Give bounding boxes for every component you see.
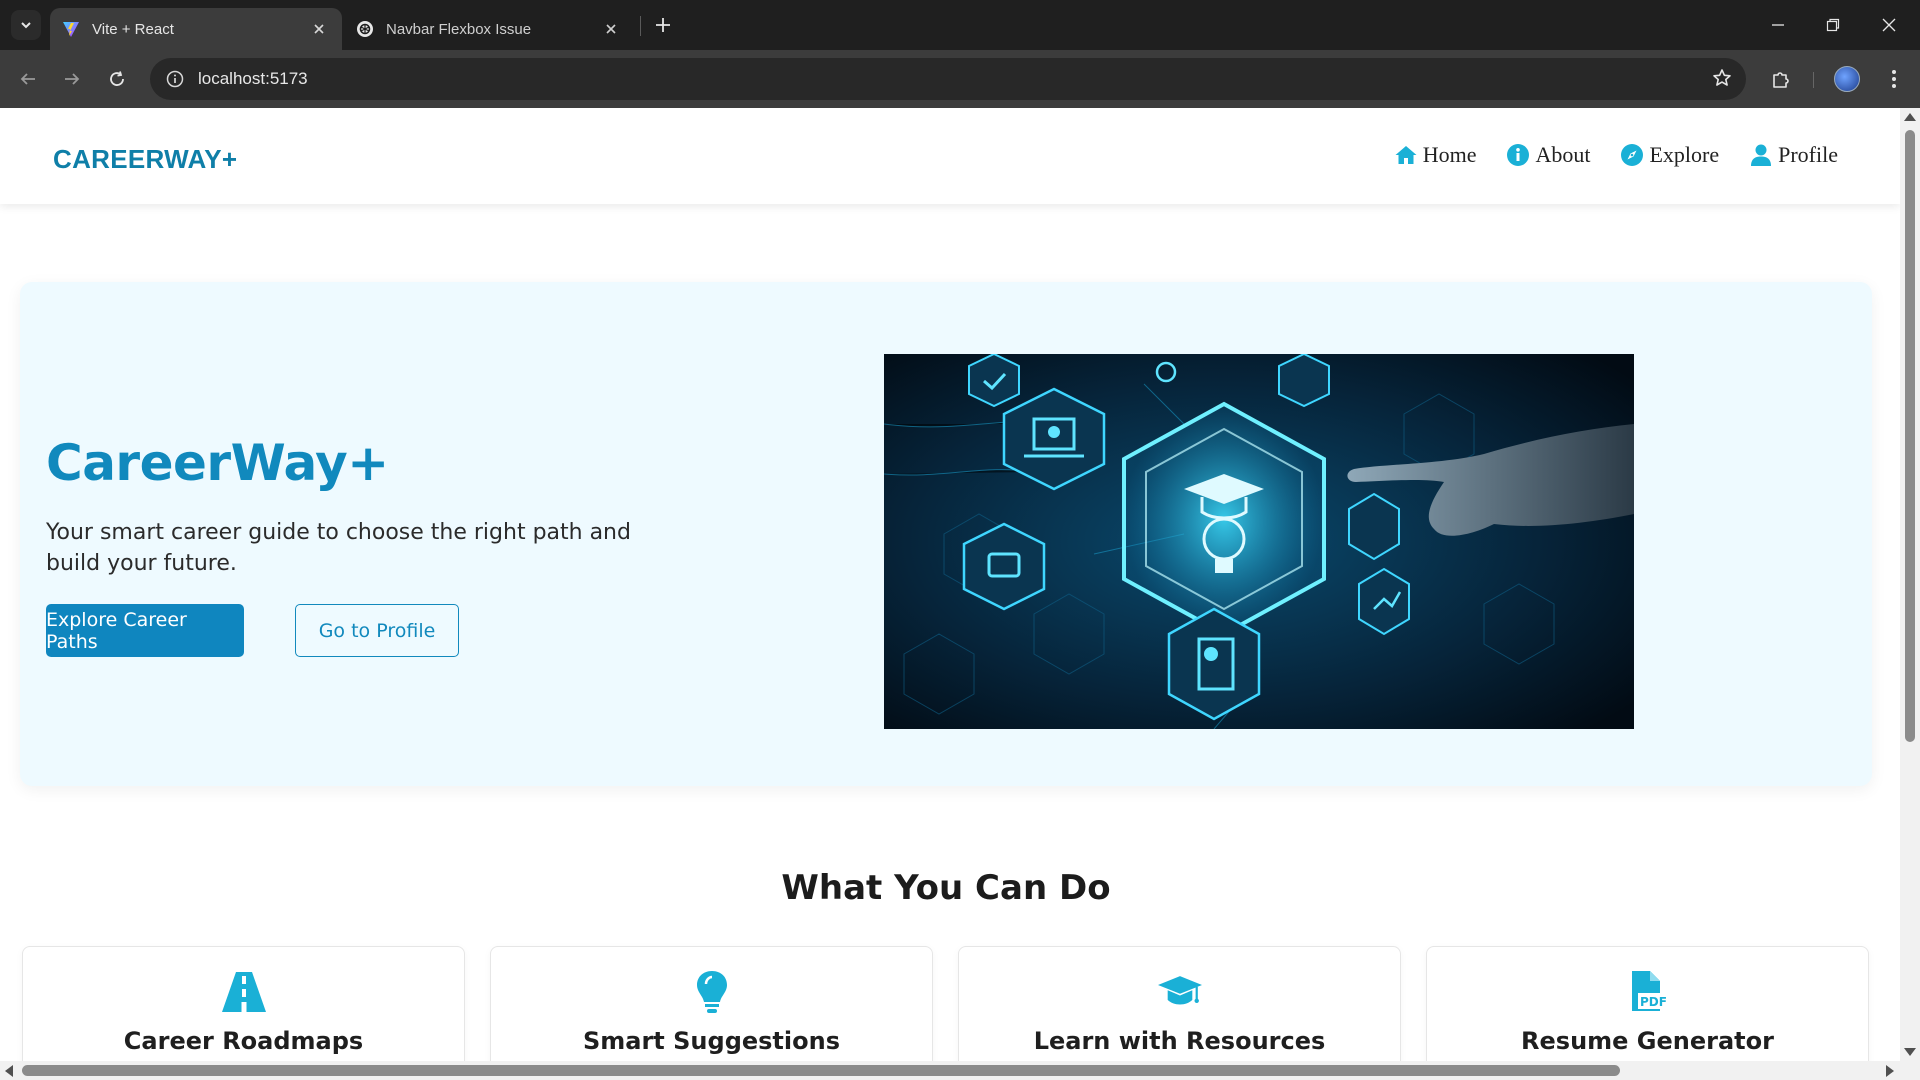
feature-card-title: Resume Generator <box>1521 1027 1774 1055</box>
profile-avatar[interactable] <box>1834 66 1860 92</box>
reload-button[interactable] <box>103 65 131 93</box>
back-button[interactable] <box>14 65 42 93</box>
site-logo[interactable]: CAREERWAY+ <box>53 144 237 175</box>
new-tab-button[interactable] <box>650 12 676 38</box>
nav-link-label: Profile <box>1778 142 1838 167</box>
plus-icon <box>656 18 670 32</box>
feature-card-learn-with-resources[interactable]: Learn with Resources <box>958 946 1401 1061</box>
hero-image <box>884 354 1634 729</box>
bookmark-star-icon[interactable] <box>1712 68 1732 92</box>
scroll-up-arrow[interactable] <box>1904 113 1916 121</box>
close-icon <box>1882 18 1896 32</box>
minimize-icon <box>1772 24 1784 26</box>
tab-title: Navbar Flexbox Issue <box>386 20 532 38</box>
horizontal-scroll-thumb[interactable] <box>22 1065 1620 1076</box>
nav-link-label: Explore <box>1649 142 1720 167</box>
minimize-button[interactable] <box>1765 12 1791 38</box>
pdf-file-icon: PDF <box>1626 971 1670 1013</box>
tab-search-button[interactable] <box>11 10 41 40</box>
feature-card-title: Learn with Resources <box>1033 1027 1326 1055</box>
url-text[interactable]: localhost:5173 <box>198 69 308 89</box>
reload-icon <box>110 71 124 86</box>
nav-links: Home About Explore Profile <box>1394 142 1838 168</box>
graduation-cap-icon <box>1157 971 1202 1013</box>
nav-link-home[interactable]: Home <box>1394 142 1477 168</box>
nav-link-profile[interactable]: Profile <box>1749 142 1838 168</box>
openai-icon <box>357 21 373 37</box>
feature-card-title: Career Roadmaps <box>123 1027 364 1055</box>
svg-text:PDF: PDF <box>1640 995 1667 1009</box>
browser-menu-button[interactable] <box>1880 65 1908 93</box>
arrow-right-icon <box>65 73 80 85</box>
nav-link-label: About <box>1535 142 1591 167</box>
feature-card-career-roadmaps[interactable]: Career Roadmaps <box>22 946 465 1061</box>
restore-icon <box>1826 18 1840 32</box>
browser-toolbar: localhost:5173 <box>0 50 1920 108</box>
vertical-scrollbar[interactable] <box>1900 108 1920 1061</box>
close-icon[interactable] <box>600 18 622 40</box>
nav-link-label: Home <box>1422 142 1477 167</box>
nav-link-about[interactable]: About <box>1506 142 1590 168</box>
nav-link-explore[interactable]: Explore <box>1620 142 1719 168</box>
feature-card-title: Smart Suggestions <box>582 1027 840 1055</box>
restore-button[interactable] <box>1820 12 1846 38</box>
page-viewport: CAREERWAY+ Home About Explore Profile Ca… <box>0 108 1900 1061</box>
feature-card-resume-generator[interactable]: PDF Resume Generator <box>1426 946 1869 1061</box>
close-window-button[interactable] <box>1876 12 1902 38</box>
lightbulb-icon <box>690 971 734 1013</box>
site-navbar: CAREERWAY+ Home About Explore Profile <box>0 108 1900 204</box>
road-icon <box>221 971 266 1013</box>
toolbar-separator <box>1813 72 1814 88</box>
go-to-profile-button[interactable]: Go to Profile <box>295 604 459 657</box>
features-heading: What You Can Do <box>781 868 1111 908</box>
user-icon <box>1751 144 1772 166</box>
scroll-left-arrow[interactable] <box>5 1065 13 1077</box>
extensions-button[interactable] <box>1767 65 1795 93</box>
puzzle-icon <box>1773 72 1789 88</box>
tab-vite-react[interactable]: Vite + React <box>50 8 342 50</box>
scroll-right-arrow[interactable] <box>1886 1065 1894 1077</box>
feature-card-smart-suggestions[interactable]: Smart Suggestions <box>490 946 933 1061</box>
chevron-down-icon <box>21 22 31 29</box>
hero-subtitle: Your smart career guide to choose the ri… <box>46 520 631 576</box>
arrow-left-icon <box>20 73 35 85</box>
forward-button[interactable] <box>58 65 86 93</box>
site-info-icon[interactable] <box>164 68 186 90</box>
compass-icon <box>1621 144 1644 166</box>
address-bar[interactable]: localhost:5173 <box>150 58 1746 100</box>
home-icon <box>1395 146 1417 164</box>
hero-section: CareerWay+ Your smart career guide to ch… <box>20 282 1872 786</box>
vertical-scroll-thumb[interactable] <box>1905 130 1915 742</box>
info-icon <box>1507 144 1530 166</box>
browser-tab-bar: Vite + React Navbar Flexbox Issue <box>0 0 1920 50</box>
horizontal-scrollbar[interactable] <box>0 1061 1920 1080</box>
scroll-down-arrow[interactable] <box>1904 1048 1916 1056</box>
tab-title: Vite + React <box>92 20 174 38</box>
vite-icon <box>63 22 79 37</box>
explore-career-paths-button[interactable]: Explore Career Paths <box>46 604 244 657</box>
feature-cards: Career Roadmaps Smart Suggestions Learn … <box>22 946 1872 1061</box>
more-vertical-icon <box>1892 70 1896 88</box>
tab-separator <box>640 16 641 36</box>
close-icon[interactable] <box>308 18 330 40</box>
hero-title: CareerWay+ <box>46 434 389 492</box>
tab-navbar-flexbox-issue[interactable]: Navbar Flexbox Issue <box>344 8 634 50</box>
